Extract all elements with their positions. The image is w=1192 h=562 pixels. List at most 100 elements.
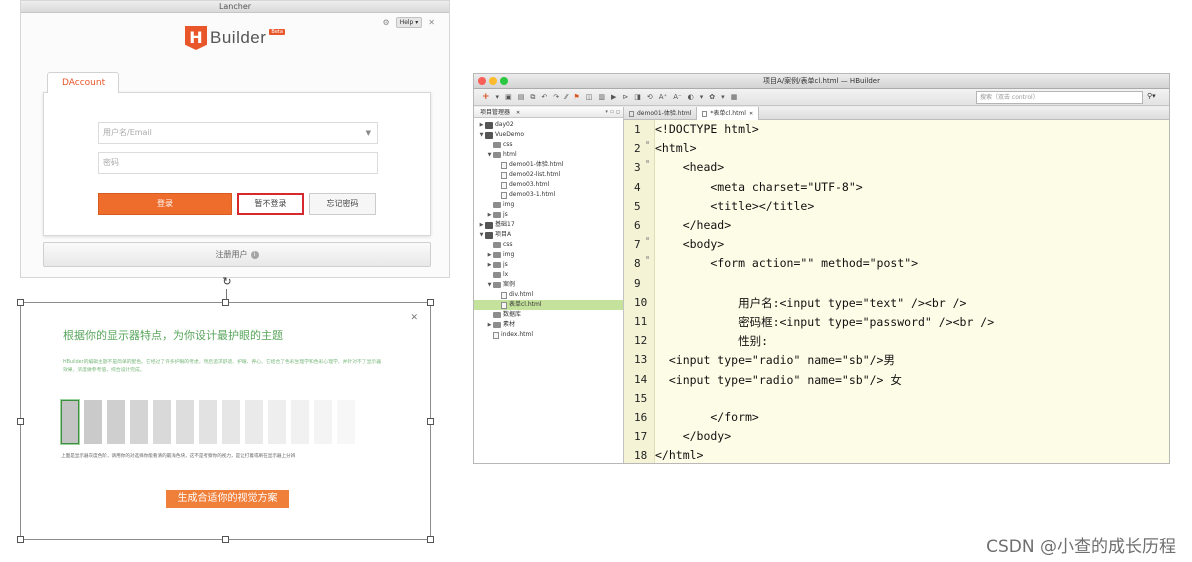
close-icon[interactable]: ✕	[410, 313, 418, 323]
expand-arrow-icon[interactable]: ▶	[486, 260, 493, 270]
page-icon[interactable]: ▥	[598, 92, 605, 102]
tree-item[interactable]: demo03-1.html	[474, 190, 623, 200]
tree-item[interactable]: ▼ 案例	[474, 280, 623, 290]
tree-item[interactable]: 表单cl.html	[474, 300, 623, 310]
settings-icon[interactable]: ⚙	[383, 18, 390, 27]
editor-tab[interactable]: demo01-体验.html	[624, 107, 698, 120]
tree-item[interactable]: ▶ img	[474, 250, 623, 260]
tree-item[interactable]: demo01-体验.html	[474, 160, 623, 170]
tree-item[interactable]: 数据库	[474, 310, 623, 320]
gray-swatch[interactable]	[314, 400, 332, 444]
expand-arrow-icon[interactable]: ▶	[478, 220, 485, 230]
tree-item[interactable]: ▼ html	[474, 150, 623, 160]
rotate-handle-icon[interactable]: ↻	[221, 276, 233, 288]
format-icon[interactable]: ⁄⁄	[565, 92, 567, 102]
expand-arrow-icon[interactable]: ▼	[486, 280, 493, 290]
close-icon[interactable]: ✕	[749, 108, 753, 120]
tree-item[interactable]: ▶ js	[474, 260, 623, 270]
browser-icon[interactable]: ◫	[586, 92, 593, 102]
redo-icon[interactable]: ↷	[553, 92, 559, 102]
expand-arrow-icon[interactable]: ▼	[478, 230, 485, 240]
panel-controls-icon[interactable]: ▾ ▭ ◻	[605, 107, 620, 118]
copy-icon[interactable]: ⧉	[530, 92, 535, 102]
undo-icon[interactable]: ↶	[541, 92, 547, 102]
tree-item[interactable]: ▶ js	[474, 210, 623, 220]
expand-arrow-icon[interactable]: ▶	[486, 320, 493, 330]
fold-icon[interactable]: ⊟	[646, 255, 649, 261]
preview-icon[interactable]: ▦	[731, 92, 738, 102]
fold-icon[interactable]: ⊟	[646, 236, 649, 242]
close-icon[interactable]: ✕	[428, 18, 435, 27]
fold-icon[interactable]: ⊟	[646, 159, 649, 165]
expand-arrow-icon[interactable]: ▼	[486, 150, 493, 160]
gray-swatch[interactable]	[107, 400, 125, 444]
gray-swatch[interactable]	[337, 400, 355, 444]
window-close-icon[interactable]	[478, 77, 486, 85]
search-icon[interactable]: ⚲▾	[1147, 92, 1156, 100]
tree-item[interactable]: index.html	[474, 330, 623, 340]
gray-swatch[interactable]	[291, 400, 309, 444]
tree-item[interactable]: ▶ day02	[474, 120, 623, 130]
tree-item[interactable]: demo03.html	[474, 180, 623, 190]
gray-swatch[interactable]	[268, 400, 286, 444]
color-icon[interactable]: ✿	[709, 92, 715, 102]
bookmark-icon[interactable]: ⚑	[573, 92, 579, 102]
font-decrease-icon[interactable]: A⁻	[673, 92, 681, 102]
expand-arrow-icon[interactable]: ▼	[478, 130, 485, 140]
step-icon[interactable]: ⊳	[622, 92, 628, 102]
resize-handle[interactable]	[427, 299, 434, 306]
tree-item[interactable]: ▼ 项目A	[474, 230, 623, 240]
resize-handle[interactable]	[427, 536, 434, 543]
resize-handle[interactable]	[222, 536, 229, 543]
fold-icon[interactable]: ⊟	[646, 140, 649, 146]
tree-item[interactable]: ▼ VueDemo	[474, 130, 623, 140]
expand-arrow-icon[interactable]: ▶	[486, 210, 493, 220]
gray-swatch[interactable]	[130, 400, 148, 444]
close-icon[interactable]: ✕	[516, 110, 520, 116]
resize-handle[interactable]	[17, 536, 24, 543]
generate-scheme-button[interactable]: 生成合适你的视觉方案	[166, 490, 289, 508]
gray-swatch[interactable]	[61, 400, 79, 444]
help-button[interactable]: Help ▾	[395, 17, 423, 28]
password-input[interactable]: 密码	[98, 152, 378, 174]
resize-handle[interactable]	[222, 299, 229, 306]
dropdown-icon[interactable]: ▾	[700, 92, 704, 102]
resize-handle[interactable]	[17, 299, 24, 306]
tree-item[interactable]: css	[474, 140, 623, 150]
tree-item[interactable]: demo02-list.html	[474, 170, 623, 180]
dropdown-icon[interactable]: ▾	[496, 92, 500, 102]
gray-swatch[interactable]	[245, 400, 263, 444]
run-icon[interactable]: ▶	[611, 92, 616, 102]
expand-arrow-icon[interactable]: ▶	[478, 120, 485, 130]
editor-tab[interactable]: *表单cl.html ✕	[697, 107, 760, 120]
split-icon[interactable]: ◨	[634, 92, 641, 102]
gray-swatch[interactable]	[199, 400, 217, 444]
font-increase-icon[interactable]: A⁺	[659, 92, 667, 102]
new-icon[interactable]: +	[482, 92, 490, 102]
gray-swatch[interactable]	[153, 400, 171, 444]
resize-handle[interactable]	[427, 418, 434, 425]
code-editor[interactable]: demo01-体验.html *表单cl.html ✕ 1 2 ⊟ 3 ⊟ 4 5 6 7 ⊟ 8 ⊟ 9 1…	[624, 107, 1169, 463]
window-zoom-icon[interactable]	[500, 77, 508, 85]
skip-login-button[interactable]: 暂不登录	[237, 193, 304, 215]
save-icon[interactable]: ▣	[505, 92, 512, 102]
tree-item[interactable]: lx	[474, 270, 623, 280]
forgot-password-button[interactable]: 忘记密码	[309, 193, 376, 215]
tree-item[interactable]: css	[474, 240, 623, 250]
tree-item[interactable]: ▶ 基础17	[474, 220, 623, 230]
dropdown-icon[interactable]: ▾	[721, 92, 725, 102]
save-all-icon[interactable]: ▤	[518, 92, 525, 102]
view-icon[interactable]: ◐	[688, 92, 694, 102]
tree-item[interactable]: div.html	[474, 290, 623, 300]
gray-swatch[interactable]	[176, 400, 194, 444]
gray-swatch[interactable]	[222, 400, 240, 444]
chevron-down-icon[interactable]: ▼	[366, 123, 371, 143]
login-button[interactable]: 登录	[98, 193, 232, 215]
expand-arrow-icon[interactable]: ▶	[486, 250, 493, 260]
search-input[interactable]: 搜索（双击 control）	[976, 91, 1143, 104]
register-button[interactable]: 注册用户 i	[43, 242, 431, 267]
window-minimize-icon[interactable]	[489, 77, 497, 85]
tree-item[interactable]: img	[474, 200, 623, 210]
project-manager-tab[interactable]: 项目管理器 ✕ ▾ ▭ ◻	[474, 107, 623, 118]
resize-handle[interactable]	[17, 418, 24, 425]
